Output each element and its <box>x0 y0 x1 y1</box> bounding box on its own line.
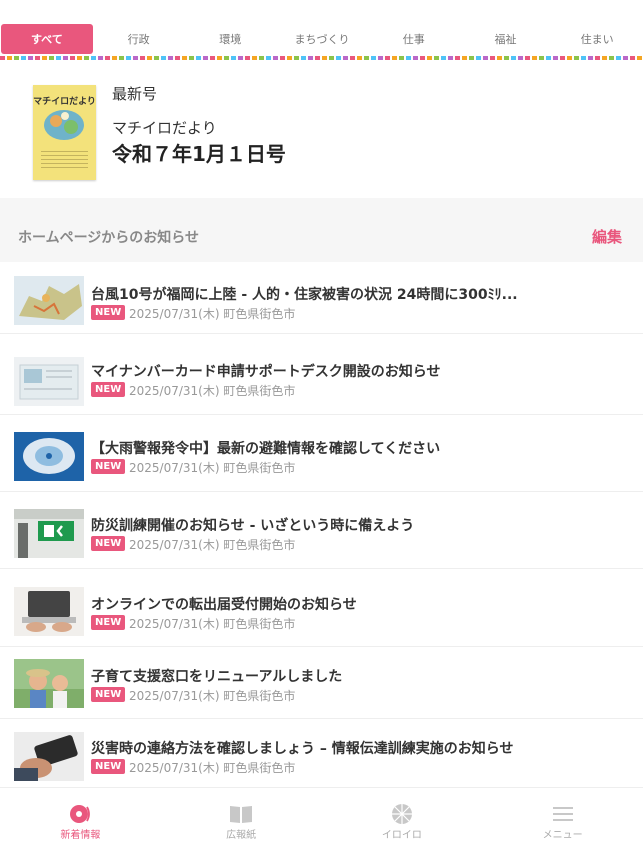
nav-publication[interactable]: 広報紙 <box>161 788 322 857</box>
new-badge: NEW <box>91 759 126 774</box>
news-title: マイナンバーカード申請サポートデスク開設のお知らせ <box>91 364 441 380</box>
tab-housing[interactable]: 住まい <box>551 24 643 54</box>
map-thumbnail <box>14 276 84 325</box>
section-header: ホームページからのお知らせ 編集 <box>0 198 643 262</box>
new-badge: NEW <box>91 536 126 551</box>
menu-icon <box>552 807 573 821</box>
list-item[interactable]: 【大雨警報発令中】最新の避難情報を確認してください NEW 2025/07/31… <box>0 420 643 492</box>
exit-sign-thumbnail <box>14 509 84 558</box>
issue-date: 令和７年1月１日号 <box>112 142 286 166</box>
bottom-navigation: 新着情報 広報紙 イロイロ メニュー <box>0 787 643 857</box>
typhoon-thumbnail <box>14 432 84 481</box>
news-meta: 2025/07/31(木) 町色県街色市 <box>129 617 296 631</box>
news-meta: 2025/07/31(木) 町色県街色市 <box>129 307 296 321</box>
list-item[interactable]: 台風10号が福岡に上陸 - 人的・住家被害の状況 24時間に300ﾐﾘ... N… <box>0 262 643 334</box>
nav-label: 広報紙 <box>226 830 257 841</box>
list-item[interactable]: 災害時の連絡方法を確認しましょう – 情報伝達訓練実施のお知らせ NEW 202… <box>0 720 643 792</box>
tab-all[interactable]: すべて <box>1 24 93 54</box>
news-meta: 2025/07/31(木) 町色県街色市 <box>129 689 296 703</box>
news-title: 台風10号が福岡に上陸 - 人的・住家被害の状況 24時間に300ﾐﾘ... <box>91 287 518 303</box>
news-title: オンラインでの転出届受付開始のお知らせ <box>91 597 357 613</box>
cover-text-lines <box>41 151 88 171</box>
news-title: 災害時の連絡方法を確認しましょう – 情報伝達訓練実施のお知らせ <box>91 741 514 757</box>
new-badge: NEW <box>91 687 126 702</box>
nav-iroiro[interactable]: イロイロ <box>322 788 483 857</box>
book-icon <box>230 806 253 823</box>
nav-label: 新着情報 <box>60 830 101 841</box>
latest-label: 最新号 <box>112 85 158 103</box>
list-item[interactable]: 子育て支援窓口をリニューアルしました NEW 2025/07/31(木) 町色県… <box>0 647 643 719</box>
new-badge: NEW <box>91 459 126 474</box>
children-thumbnail <box>14 659 84 708</box>
category-tabs: すべて 行政 環境 まちづくり 仕事 福祉 住まい <box>0 0 643 60</box>
nav-label: メニュー <box>542 830 583 841</box>
edit-button[interactable]: 編集 <box>592 226 622 247</box>
globe-icon <box>391 804 412 824</box>
laptop-thumbnail <box>14 587 84 636</box>
news-meta: 2025/07/31(木) 町色県街色市 <box>129 461 296 475</box>
nav-menu[interactable]: メニュー <box>482 788 643 857</box>
tab-welfare[interactable]: 福祉 <box>460 24 552 54</box>
tab-town-planning[interactable]: まちづくり <box>276 24 368 54</box>
cover-illustration <box>44 110 84 140</box>
new-badge: NEW <box>91 615 126 630</box>
nav-label: イロイロ <box>381 830 422 841</box>
cover-title: マチイロだより <box>33 97 96 107</box>
news-icon <box>70 805 91 823</box>
latest-issue-card[interactable]: マチイロだより 最新号 マチイロだより 令和７年1月１日号 <box>0 60 643 198</box>
list-item[interactable]: オンラインでの転出届受付開始のお知らせ NEW 2025/07/31(木) 町色… <box>0 575 643 647</box>
news-title: 子育て支援窓口をリニューアルしました <box>91 669 343 685</box>
news-meta: 2025/07/31(木) 町色県街色市 <box>129 761 296 775</box>
document-thumbnail <box>14 357 84 406</box>
magazine-cover[interactable]: マチイロだより <box>33 85 96 180</box>
news-title: 【大雨警報発令中】最新の避難情報を確認してください <box>91 441 441 457</box>
tab-administration[interactable]: 行政 <box>93 24 185 54</box>
news-meta: 2025/07/31(木) 町色県街色市 <box>129 384 296 398</box>
phone-thumbnail <box>14 732 84 781</box>
tab-environment[interactable]: 環境 <box>184 24 276 54</box>
new-badge: NEW <box>91 305 126 320</box>
new-badge: NEW <box>91 382 126 397</box>
section-title: ホームページからのお知らせ <box>18 230 200 246</box>
news-title: 防災訓練開催のお知らせ - いざという時に備えよう <box>91 518 415 534</box>
tab-work[interactable]: 仕事 <box>368 24 460 54</box>
list-item[interactable]: マイナンバーカード申請サポートデスク開設のお知らせ NEW 2025/07/31… <box>0 343 643 415</box>
publication-name: マチイロだより <box>112 119 217 137</box>
list-item[interactable]: 防災訓練開催のお知らせ - いざという時に備えよう NEW 2025/07/31… <box>0 497 643 569</box>
news-meta: 2025/07/31(木) 町色県街色市 <box>129 538 296 552</box>
nav-news[interactable]: 新着情報 <box>0 788 161 857</box>
